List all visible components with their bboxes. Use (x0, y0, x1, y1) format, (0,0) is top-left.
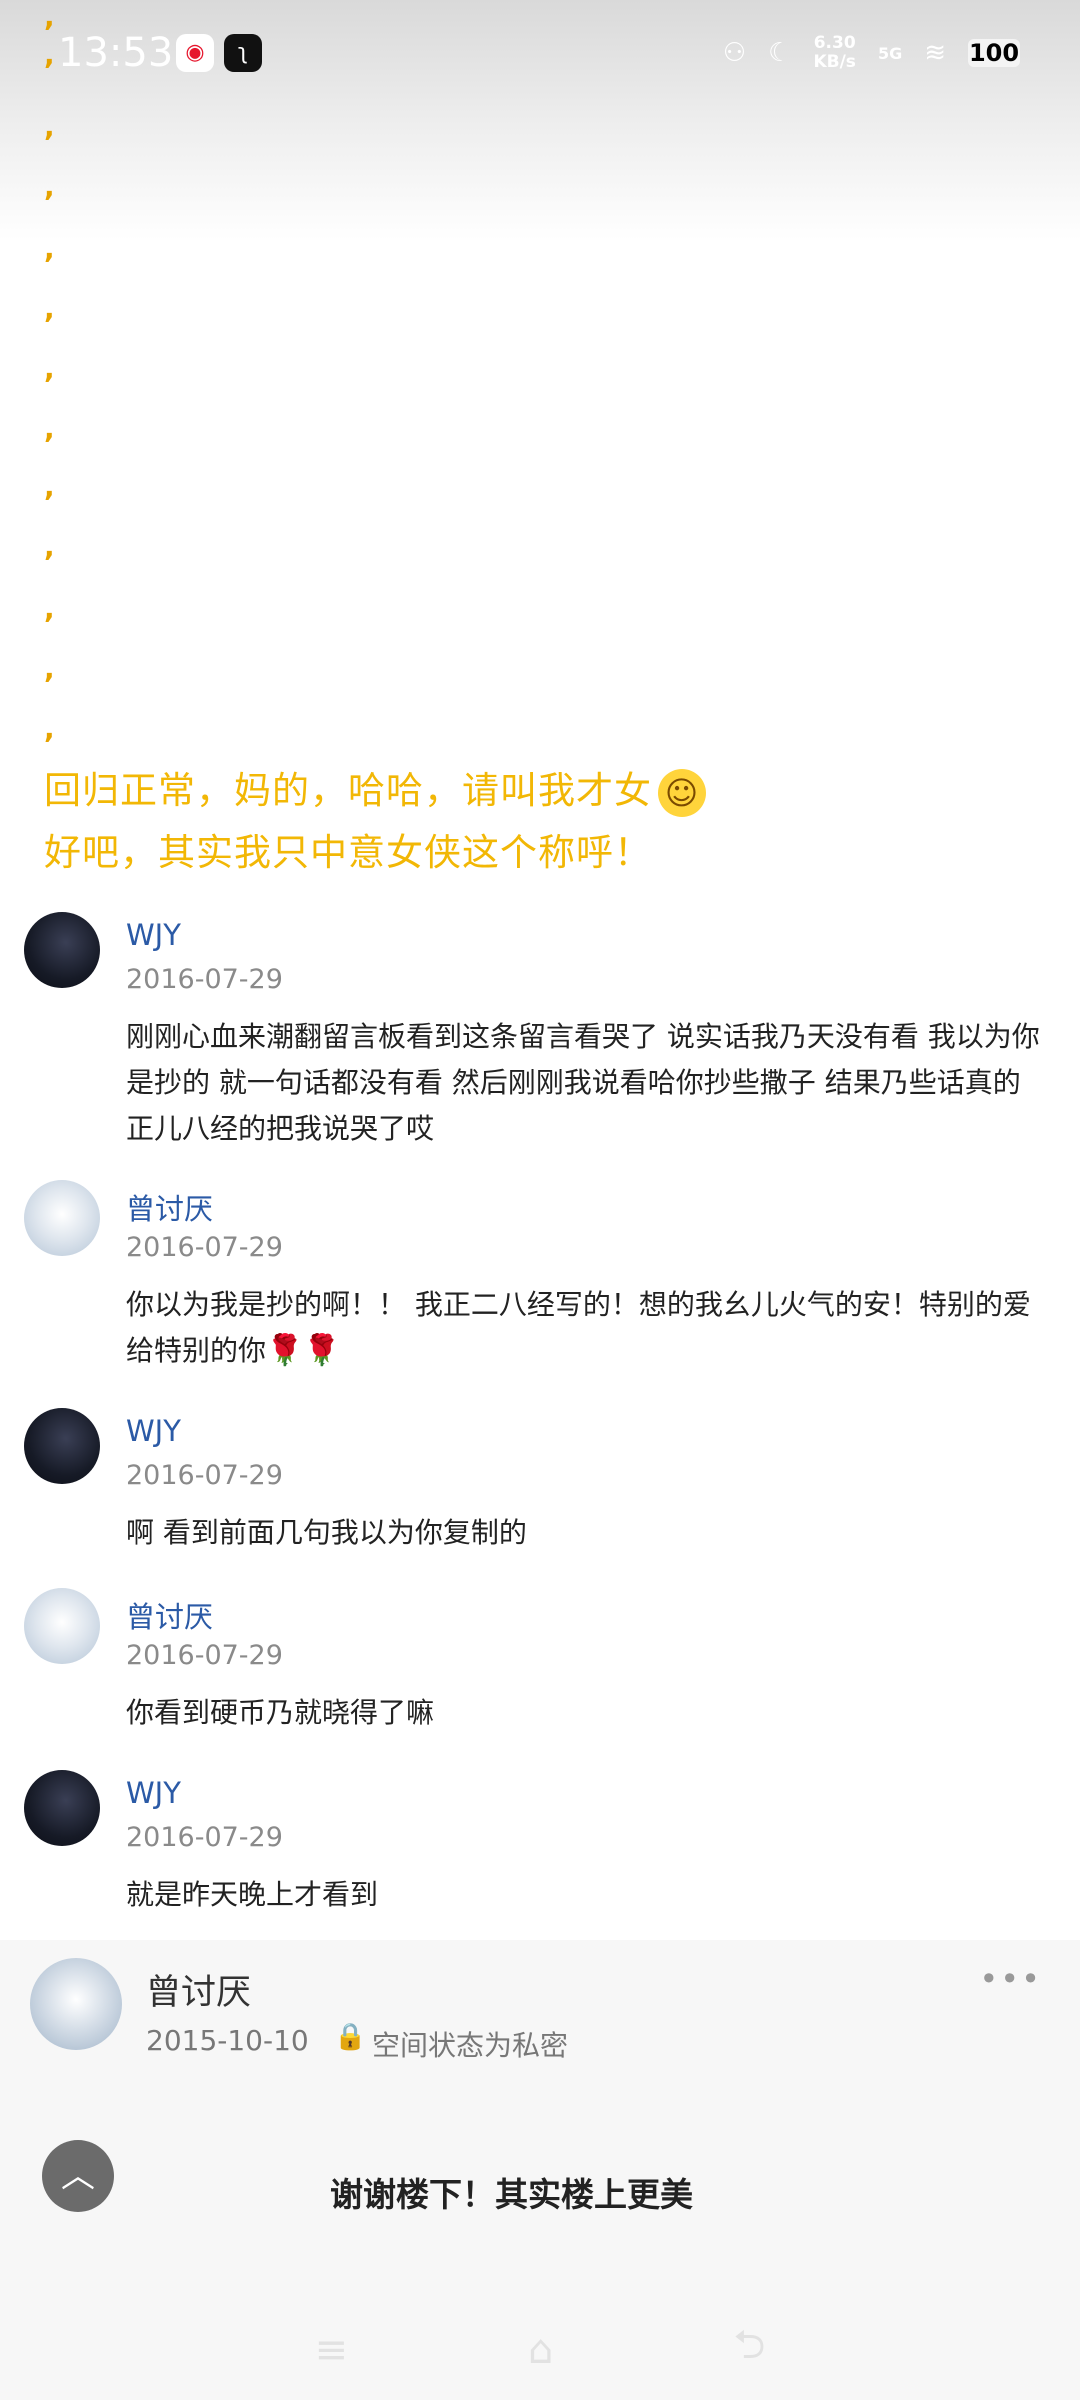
moon-icon: ☾ (768, 38, 792, 68)
comment-author[interactable]: WJY (126, 918, 181, 952)
wifi-icon: ≋ (924, 38, 946, 68)
comment-date: 2016-07-29 (126, 1232, 283, 1263)
comment-author[interactable]: 曾讨厌 (126, 1594, 213, 1636)
comma-mark: , (44, 232, 55, 265)
comment-text-block: 你以为我是抄的啊！！ 我正二八经写的！想的我幺儿火气的安！特别的爱给特别的你🌹🌹 (126, 1282, 1046, 1374)
avatar[interactable] (24, 912, 100, 988)
comment-text: 就是昨天晚上才看到 (126, 1878, 379, 1911)
back-icon[interactable]: ⮌ (733, 2316, 765, 2384)
avatar[interactable] (24, 1180, 100, 1256)
comma-mark: , (44, 652, 55, 685)
comment-date: 2016-07-29 (126, 964, 283, 995)
post-privacy-label: 空间状态为私密 (372, 2029, 569, 2062)
network-speed-unit: KB/s (813, 52, 856, 72)
comma-mark: , (44, 38, 55, 71)
scroll-to-top-button[interactable]: ︿ (42, 2140, 114, 2212)
status-icons: ⚇ ☾ 6.30 KB/s 5G ≋ 100 (723, 34, 1020, 72)
comment-text: 啊 看到前面几句我以为你复制的 (126, 1516, 527, 1549)
status-time: 13:53 (58, 30, 174, 76)
comma-mark: , (44, 110, 55, 143)
comma-mark: , (44, 352, 55, 385)
avatar[interactable] (24, 1408, 100, 1484)
comma-mark: , (44, 592, 55, 625)
comma-mark: , (44, 412, 55, 445)
rose-emoji-icon: 🌹🌹 (266, 1333, 341, 1368)
comma-mark: , (44, 170, 55, 203)
avatar[interactable] (24, 1770, 100, 1846)
comment-author[interactable]: WJY (126, 1414, 181, 1448)
network-speed: 6.30 KB/s (813, 34, 855, 72)
comment-date: 2016-07-29 (126, 1460, 283, 1491)
grin-emoji-icon: ☺ (658, 768, 706, 817)
comment-text: 你看到硬币乃就晓得了嘛 (126, 1696, 435, 1729)
network-speed-value: 6.30 (813, 33, 856, 53)
comment-author[interactable]: 曾讨厌 (126, 1186, 213, 1228)
home-icon[interactable]: ⌂ (528, 2327, 553, 2373)
comment-text: 刚刚心血来潮翻留言板看到这条留言看哭了 说实话我乃天没有看 我以为你是抄的 就一… (126, 1020, 1040, 1145)
avatar[interactable] (30, 1958, 122, 2050)
comment-date: 2016-07-29 (126, 1822, 283, 1853)
comma-mark: , (44, 470, 55, 503)
post-text: 谢谢楼下！其实楼上更美 (330, 2175, 693, 2214)
comment-text: 你以为我是抄的啊！！ 我正二八经写的！想的我幺儿火气的安！特别的爱给特别的你 (126, 1288, 1031, 1367)
comma-mark: , (44, 0, 55, 33)
menu-icon[interactable]: ≡ (315, 2327, 349, 2373)
post-date: 2015-10-10 (146, 2024, 309, 2057)
lock-icon: 🔒 (334, 2022, 367, 2052)
post-author[interactable]: 曾讨厌 (146, 1964, 251, 2015)
weibo-icon: ◉ (176, 34, 214, 72)
battery-icon: 100 (968, 39, 1020, 67)
system-nav-bar: ≡ ⌂ ⮌ (0, 2300, 1080, 2400)
comma-mark: , (44, 292, 55, 325)
highlight-line-1-text: 回归正常，妈的，哈哈，请叫我才女 (44, 769, 652, 812)
people-icon: ⚇ (722, 38, 747, 68)
avatar[interactable] (24, 1588, 100, 1664)
more-icon[interactable]: ••• (979, 1960, 1042, 1998)
network-type: 5G (877, 43, 903, 63)
soul-app-icon: ʅ (224, 34, 262, 72)
highlight-line-1: 回归正常，妈的，哈哈，请叫我才女 ☺ (44, 760, 706, 817)
comment-author[interactable]: WJY (126, 1776, 181, 1810)
comment-date: 2016-07-29 (126, 1640, 283, 1671)
status-bar: 13:53 ◉ ʅ ⚇ ☾ 6.30 KB/s 5G ≋ 100 (0, 0, 1080, 240)
comma-mark: , (44, 530, 55, 563)
comma-mark: , (44, 712, 55, 745)
highlight-line-2: 好吧，其实我只中意女侠这个称呼！ (44, 831, 652, 874)
